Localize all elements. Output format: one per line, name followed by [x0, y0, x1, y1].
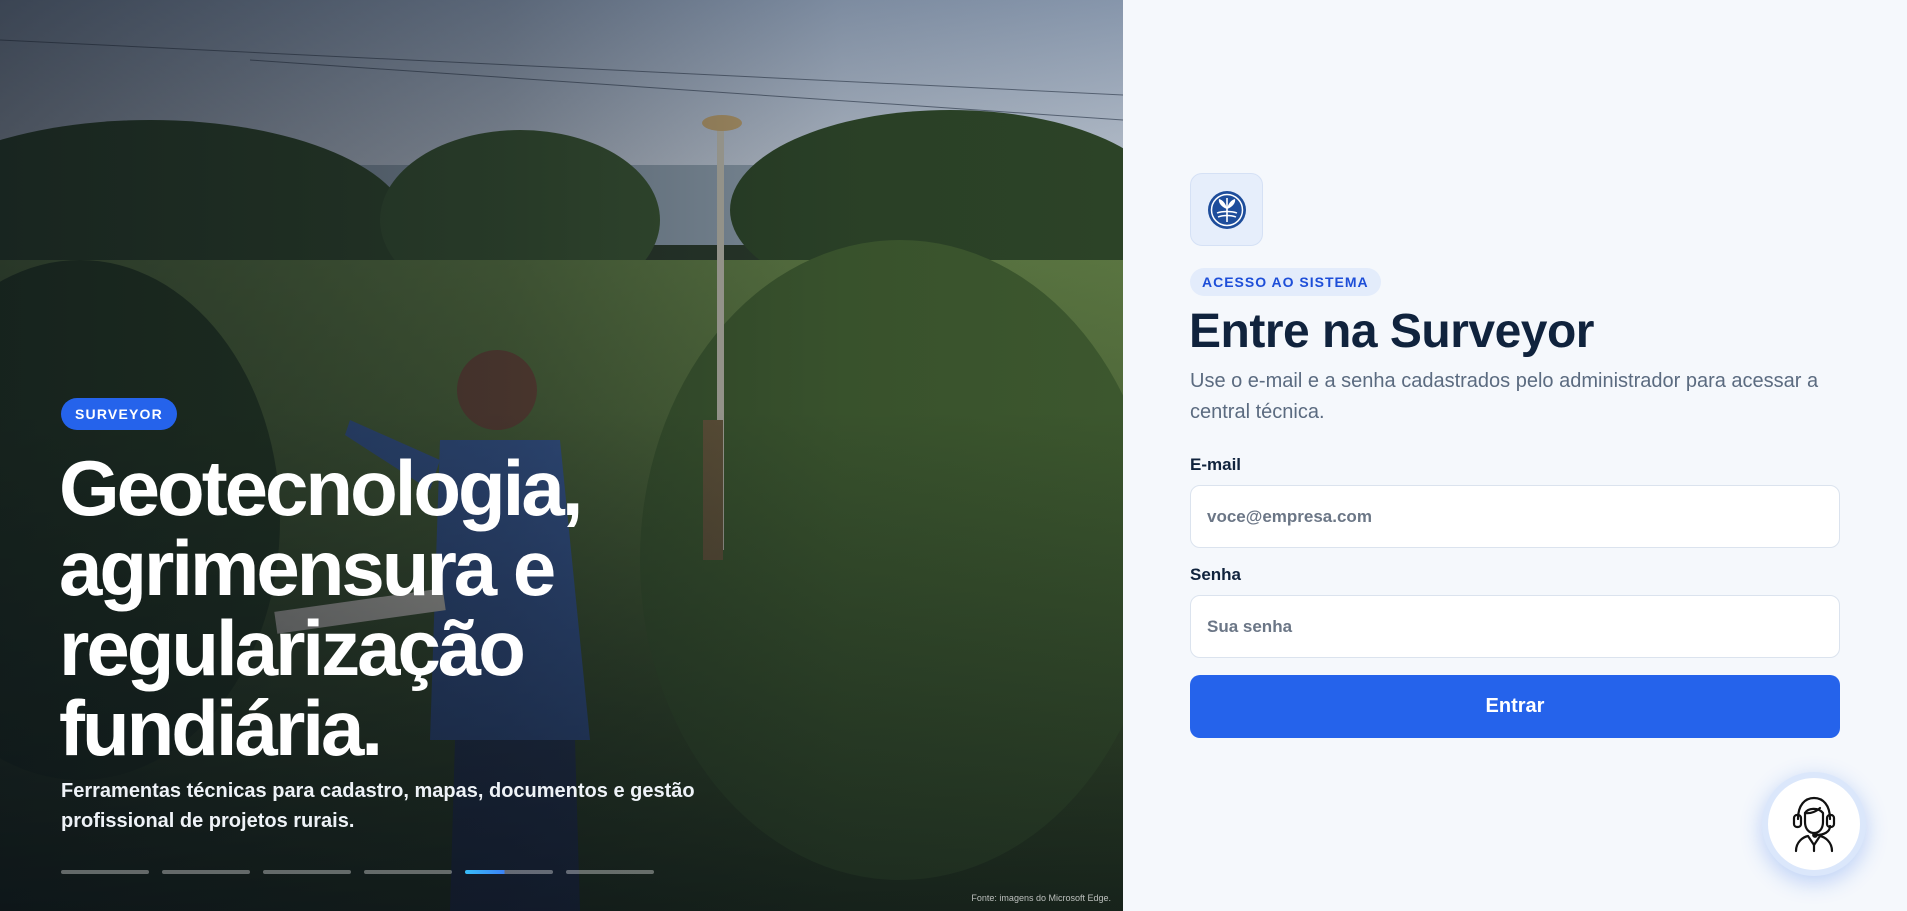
- support-agent-icon: [1792, 796, 1836, 853]
- section-eyebrow: ACESSO AO SISTEMA: [1190, 268, 1381, 296]
- page-description: Use o e-mail e a senha cadastrados pelo …: [1190, 370, 1819, 423]
- slide-dot-5[interactable]: [465, 870, 553, 874]
- hero-title-line: agrimensura e: [59, 524, 556, 612]
- slide-dot-2[interactable]: [162, 870, 250, 874]
- slide-dot-6[interactable]: [566, 870, 654, 874]
- support-button[interactable]: [1762, 772, 1866, 876]
- slide-dot-4[interactable]: [364, 870, 452, 874]
- submit-button[interactable]: Entrar: [1190, 675, 1840, 738]
- password-label: Senha: [1190, 565, 1242, 584]
- logo-container: [1190, 173, 1263, 246]
- hero-section: SURVEYOR Geotecnologia, agrimensura e re…: [0, 0, 1123, 911]
- page-title: Entre na Surveyor: [1189, 305, 1594, 358]
- hero-title-line: fundiária.: [59, 684, 383, 772]
- slide-dot-1[interactable]: [61, 870, 149, 874]
- email-field[interactable]: [1190, 485, 1840, 548]
- hero-title-line: Geotecnologia,: [59, 444, 583, 532]
- slide-dot-3[interactable]: [263, 870, 351, 874]
- slide-indicator: [61, 870, 654, 874]
- surveyor-logo-icon: [1207, 190, 1246, 229]
- hero-title-line: regularização: [59, 604, 526, 692]
- hero-badge: SURVEYOR: [61, 398, 177, 430]
- hero-subtitle: Ferramentas técnicas para cadastro, mapa…: [61, 780, 695, 832]
- email-label: E-mail: [1190, 455, 1242, 474]
- hero-title: Geotecnologia, agrimensura e regularizaç…: [59, 448, 759, 768]
- login-panel: ACESSO AO SISTEMA Entre na Surveyor Use …: [1123, 0, 1907, 911]
- password-field[interactable]: [1190, 595, 1840, 658]
- image-credit: Fonte: imagens do Microsoft Edge.: [971, 893, 1111, 903]
